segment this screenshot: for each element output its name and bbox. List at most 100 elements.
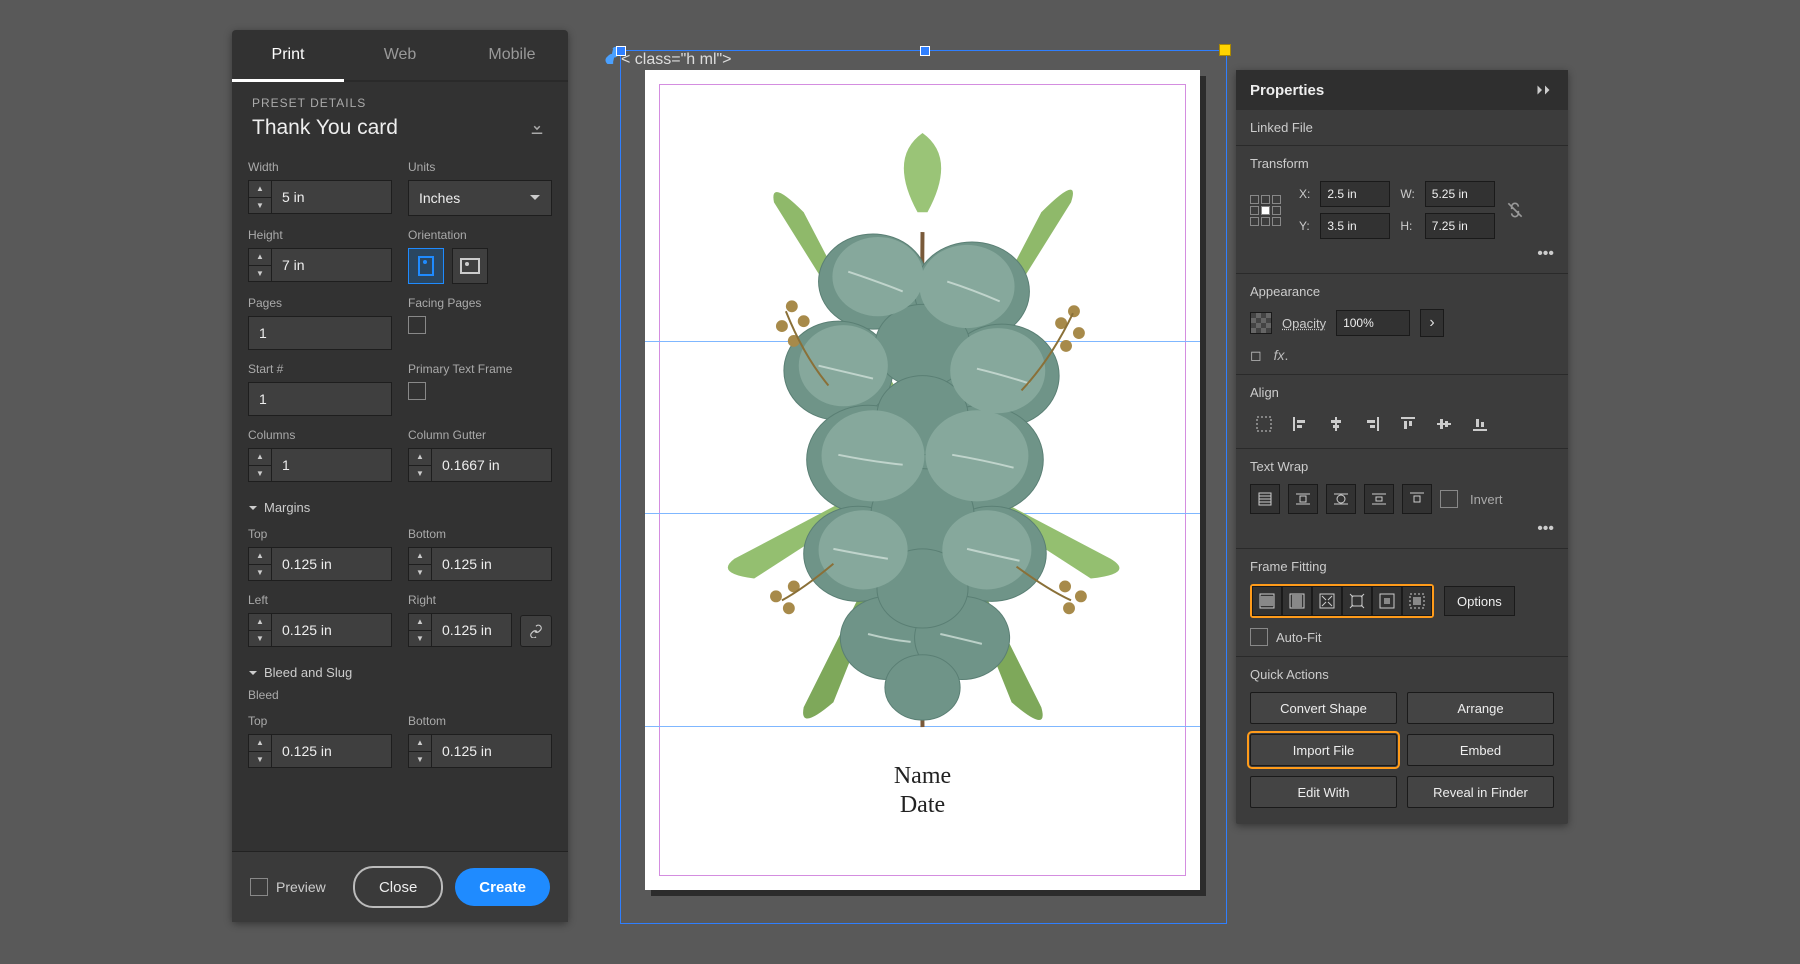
align-left-icon[interactable] (1286, 410, 1314, 438)
start-label: Start # (248, 362, 392, 376)
margins-disclosure[interactable]: Margins (248, 500, 552, 515)
wrap-jump-icon[interactable] (1364, 484, 1394, 514)
columns-label: Columns (248, 428, 392, 442)
more-options-icon[interactable]: ••• (1250, 245, 1554, 263)
margin-right-label: Right (408, 593, 512, 607)
units-label: Units (408, 160, 552, 174)
units-select[interactable]: Inches (408, 180, 552, 216)
invert-checkbox[interactable] (1440, 490, 1458, 508)
facing-pages-checkbox[interactable] (408, 316, 426, 334)
gutter-input[interactable]: ▲▼0.1667 in (408, 448, 552, 482)
wrap-bbox-icon[interactable] (1288, 484, 1318, 514)
orientation-portrait[interactable] (408, 248, 444, 284)
opacity-menu[interactable]: › (1420, 309, 1444, 337)
frame-fitting-header: Frame Fitting (1250, 559, 1554, 574)
tab-mobile[interactable]: Mobile (456, 30, 568, 80)
new-document-panel: Print Web Mobile PRESET DETAILS Thank Yo… (232, 30, 568, 922)
bleed-top-label: Top (248, 714, 392, 728)
opacity-label[interactable]: Opacity (1282, 316, 1326, 331)
more-options-icon[interactable]: ••• (1250, 520, 1554, 538)
appearance-header: Appearance (1250, 284, 1554, 299)
wrap-none-icon[interactable] (1250, 484, 1280, 514)
align-vcenter-icon[interactable] (1430, 410, 1458, 438)
effects-icon[interactable]: fx. (1274, 347, 1289, 364)
bleed-top-input[interactable]: ▲▼0.125 in (248, 734, 392, 768)
invert-label: Invert (1470, 492, 1503, 507)
tab-print[interactable]: Print (232, 30, 344, 82)
reference-point[interactable] (1250, 195, 1281, 226)
gutter-label: Column Gutter (408, 428, 552, 442)
x-input[interactable]: 2.5 in (1320, 181, 1390, 207)
margin-top-input[interactable]: ▲▼0.125 in (248, 547, 392, 581)
convert-shape-button[interactable]: Convert Shape (1250, 692, 1397, 724)
width-input[interactable]: ▲▼5 in (248, 180, 392, 214)
collapse-panel-icon[interactable] (1536, 83, 1554, 97)
x-label: X: (1299, 187, 1310, 201)
embed-button[interactable]: Embed (1407, 734, 1554, 766)
constrain-off-icon[interactable] (1505, 200, 1525, 220)
bleed-slug-disclosure[interactable]: Bleed and Slug (248, 665, 552, 680)
selection-frame[interactable]: < class="h ml"> (620, 50, 1227, 924)
align-top-icon[interactable] (1394, 410, 1422, 438)
auto-fit-checkbox[interactable] (1250, 628, 1268, 646)
align-to-icon[interactable] (1250, 410, 1278, 438)
arrange-button[interactable]: Arrange (1407, 692, 1554, 724)
margin-left-label: Left (248, 593, 392, 607)
fit-content-frame-icon[interactable] (1312, 586, 1342, 616)
pages-label: Pages (248, 296, 392, 310)
margin-left-input[interactable]: ▲▼0.125 in (248, 613, 392, 647)
width-label: Width (248, 160, 392, 174)
wrap-column-icon[interactable] (1402, 484, 1432, 514)
start-input[interactable]: 1 (248, 382, 392, 416)
opacity-input[interactable]: 100% (1336, 310, 1410, 336)
center-content-icon[interactable] (1372, 586, 1402, 616)
fit-frame-content-icon[interactable] (1342, 586, 1372, 616)
fill-swatch[interactable] (1250, 312, 1272, 334)
download-preset-icon[interactable] (526, 119, 548, 137)
wrap-shape-icon[interactable] (1326, 484, 1356, 514)
preset-name[interactable]: Thank You card (252, 116, 398, 140)
close-button[interactable]: Close (353, 866, 443, 908)
pages-input[interactable]: 1 (248, 316, 392, 350)
live-corner-widget[interactable] (1219, 44, 1231, 56)
columns-input[interactable]: ▲▼1 (248, 448, 392, 482)
align-bottom-icon[interactable] (1466, 410, 1494, 438)
link-margins-button[interactable] (520, 615, 552, 647)
selection-type: Linked File (1236, 110, 1568, 145)
bleed-label: Bleed (248, 688, 552, 702)
align-right-icon[interactable] (1358, 410, 1386, 438)
h-input[interactable]: 7.25 in (1425, 213, 1495, 239)
primary-frame-label: Primary Text Frame (408, 362, 552, 376)
frame-fitting-group (1250, 584, 1434, 618)
auto-fit-label: Auto-Fit (1276, 630, 1322, 645)
margin-top-label: Top (248, 527, 392, 541)
orientation-landscape[interactable] (452, 248, 488, 284)
w-input[interactable]: 5.25 in (1425, 181, 1495, 207)
margin-bottom-label: Bottom (408, 527, 552, 541)
y-input[interactable]: 3.5 in (1320, 213, 1390, 239)
reveal-finder-button[interactable]: Reveal in Finder (1407, 776, 1554, 808)
create-button[interactable]: Create (455, 868, 550, 906)
document-canvas[interactable]: Name Date < class="h ml"> (620, 50, 1225, 922)
fill-frame-icon[interactable] (1252, 586, 1282, 616)
import-file-button[interactable]: Import File (1250, 734, 1397, 766)
properties-title: Properties (1250, 82, 1324, 99)
content-aware-icon[interactable] (1402, 586, 1432, 616)
preview-toggle[interactable]: Preview (250, 878, 326, 896)
margin-right-input[interactable]: ▲▼0.125 in (408, 613, 512, 647)
quick-actions-header: Quick Actions (1250, 667, 1554, 682)
edit-with-button[interactable]: Edit With (1250, 776, 1397, 808)
bleed-bottom-input[interactable]: ▲▼0.125 in (408, 734, 552, 768)
corner-options-icon[interactable]: ◻ (1250, 347, 1262, 364)
fit-prop-icon[interactable] (1282, 586, 1312, 616)
w-label: W: (1400, 187, 1414, 201)
align-hcenter-icon[interactable] (1322, 410, 1350, 438)
margin-bottom-input[interactable]: ▲▼0.125 in (408, 547, 552, 581)
height-label: Height (248, 228, 392, 242)
tab-web[interactable]: Web (344, 30, 456, 80)
primary-frame-checkbox[interactable] (408, 382, 426, 400)
preset-details-header: PRESET DETAILS (232, 82, 568, 116)
fitting-options-button[interactable]: Options (1444, 586, 1515, 616)
intent-tabs: Print Web Mobile (232, 30, 568, 82)
height-input[interactable]: ▲▼7 in (248, 248, 392, 282)
